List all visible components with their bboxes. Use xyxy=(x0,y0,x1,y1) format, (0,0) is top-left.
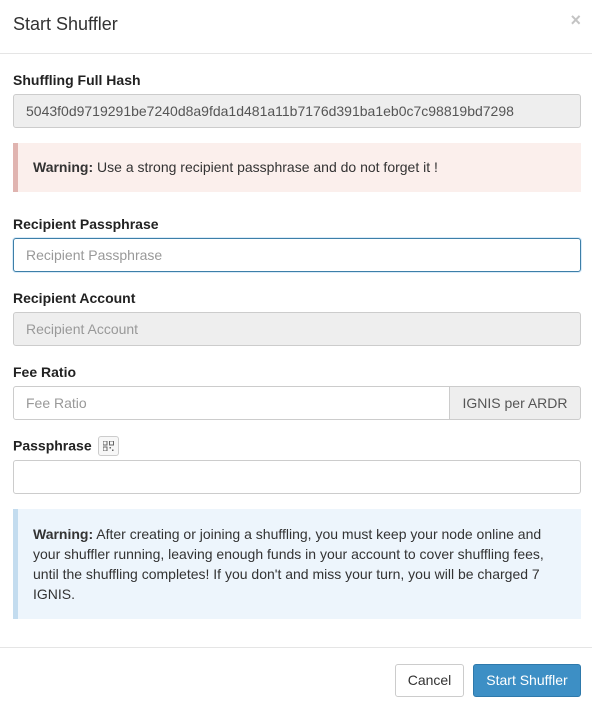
fee-ratio-placeholder: Fee Ratio xyxy=(26,395,87,411)
passphrase-label: Passphrase xyxy=(13,437,92,454)
modal-header: Start Shuffler × xyxy=(0,0,592,54)
recipient-account-label: Recipient Account xyxy=(13,290,136,306)
start-shuffler-button[interactable]: Start Shuffler xyxy=(473,664,581,697)
passphrase-warning-alert: Warning: Use a strong recipient passphra… xyxy=(13,143,581,192)
fee-ratio-unit-addon: IGNIS per ARDR xyxy=(450,386,581,420)
modal-footer: Cancel Start Shuffler xyxy=(0,647,592,708)
warning-text: Use a strong recipient passphrase and do… xyxy=(93,159,438,175)
warning-strong: Warning: xyxy=(33,159,94,175)
shuffling-hash-label: Shuffling Full Hash xyxy=(13,72,141,88)
shuffling-hash-field: 5043f0d9719291be7240d8a9fda1d481a11b7176… xyxy=(13,94,581,128)
qr-code-icon[interactable] xyxy=(97,436,119,456)
start-shuffler-modal: Start Shuffler × Shuffling Full Hash 504… xyxy=(0,0,592,708)
recipient-passphrase-input[interactable]: Recipient Passphrase xyxy=(13,238,581,272)
info-warning-strong: Warning: xyxy=(33,526,94,542)
fee-ratio-label: Fee Ratio xyxy=(13,364,77,380)
passphrase-label-row: Passphrase xyxy=(13,436,119,457)
recipient-account-input: Recipient Account xyxy=(13,312,581,346)
recipient-passphrase-placeholder: Recipient Passphrase xyxy=(26,247,163,263)
passphrase-input[interactable] xyxy=(13,460,581,494)
close-icon[interactable]: × xyxy=(570,11,581,29)
shuffling-hash-value: 5043f0d9719291be7240d8a9fda1d481a11b7176… xyxy=(26,103,514,119)
recipient-account-placeholder: Recipient Account xyxy=(26,321,139,337)
recipient-passphrase-label: Recipient Passphrase xyxy=(13,216,159,232)
info-warning-text: After creating or joining a shuffling, y… xyxy=(33,526,544,602)
modal-title: Start Shuffler xyxy=(13,14,118,34)
cancel-button[interactable]: Cancel xyxy=(395,664,464,697)
shuffling-info-alert: Warning: After creating or joining a shu… xyxy=(13,509,581,619)
fee-ratio-input[interactable]: Fee Ratio xyxy=(13,386,450,420)
